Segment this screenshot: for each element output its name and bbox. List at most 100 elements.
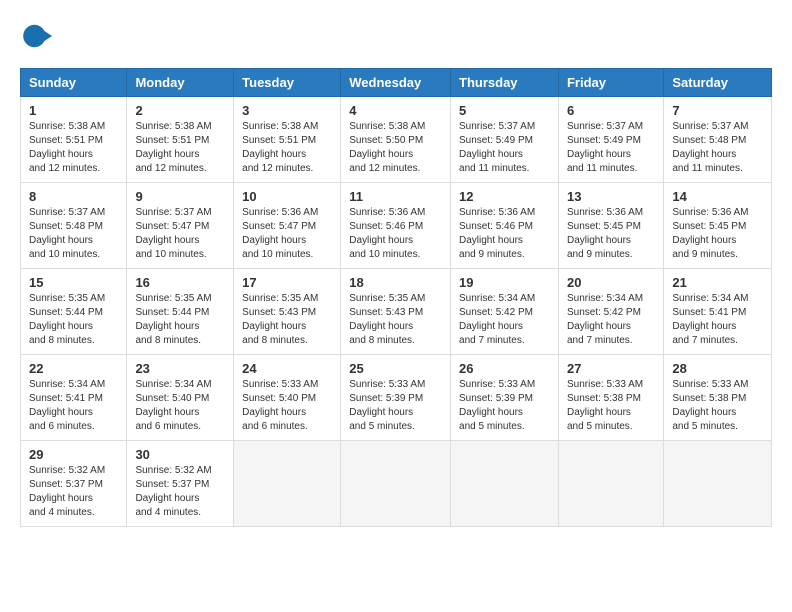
day-cell-26: 26 Sunrise: 5:33 AM Sunset: 5:39 PM Dayl… [451,355,559,441]
day-info: Sunrise: 5:36 AM Sunset: 5:45 PM Dayligh… [672,206,763,262]
day-info: Sunrise: 5:33 AM Sunset: 5:39 PM Dayligh… [459,378,550,434]
day-cell-1: 1 Sunrise: 5:38 AM Sunset: 5:51 PM Dayli… [21,97,127,183]
day-cell-6: 6 Sunrise: 5:37 AM Sunset: 5:49 PM Dayli… [558,97,663,183]
day-cell-10: 10 Sunrise: 5:36 AM Sunset: 5:47 PM Dayl… [234,183,341,269]
day-info: Sunrise: 5:33 AM Sunset: 5:38 PM Dayligh… [672,378,763,434]
day-cell-29: 29 Sunrise: 5:32 AM Sunset: 5:37 PM Dayl… [21,441,127,527]
day-info: Sunrise: 5:36 AM Sunset: 5:46 PM Dayligh… [349,206,442,262]
day-info: Sunrise: 5:34 AM Sunset: 5:42 PM Dayligh… [567,292,655,348]
day-number: 25 [349,361,442,376]
day-number: 24 [242,361,332,376]
day-cell-17: 17 Sunrise: 5:35 AM Sunset: 5:43 PM Dayl… [234,269,341,355]
day-info: Sunrise: 5:35 AM Sunset: 5:43 PM Dayligh… [349,292,442,348]
day-cell-13: 13 Sunrise: 5:36 AM Sunset: 5:45 PM Dayl… [558,183,663,269]
day-info: Sunrise: 5:35 AM Sunset: 5:44 PM Dayligh… [135,292,225,348]
day-number: 12 [459,189,550,204]
day-number: 7 [672,103,763,118]
day-number: 28 [672,361,763,376]
day-number: 14 [672,189,763,204]
day-cell-11: 11 Sunrise: 5:36 AM Sunset: 5:46 PM Dayl… [341,183,451,269]
day-info: Sunrise: 5:32 AM Sunset: 5:37 PM Dayligh… [29,464,118,520]
calendar-week-4: 22 Sunrise: 5:34 AM Sunset: 5:41 PM Dayl… [21,355,772,441]
day-number: 29 [29,447,118,462]
day-number: 4 [349,103,442,118]
day-info: Sunrise: 5:34 AM Sunset: 5:42 PM Dayligh… [459,292,550,348]
day-number: 20 [567,275,655,290]
day-info: Sunrise: 5:38 AM Sunset: 5:51 PM Dayligh… [29,120,118,176]
day-header-tuesday: Tuesday [234,69,341,97]
calendar-week-5: 29 Sunrise: 5:32 AM Sunset: 5:37 PM Dayl… [21,441,772,527]
calendar-week-1: 1 Sunrise: 5:38 AM Sunset: 5:51 PM Dayli… [21,97,772,183]
day-info: Sunrise: 5:35 AM Sunset: 5:43 PM Dayligh… [242,292,332,348]
day-info: Sunrise: 5:33 AM Sunset: 5:40 PM Dayligh… [242,378,332,434]
day-cell-25: 25 Sunrise: 5:33 AM Sunset: 5:39 PM Dayl… [341,355,451,441]
day-number: 5 [459,103,550,118]
day-info: Sunrise: 5:33 AM Sunset: 5:38 PM Dayligh… [567,378,655,434]
day-cell-7: 7 Sunrise: 5:37 AM Sunset: 5:48 PM Dayli… [664,97,772,183]
day-cell-18: 18 Sunrise: 5:35 AM Sunset: 5:43 PM Dayl… [341,269,451,355]
day-number: 2 [135,103,225,118]
day-cell-14: 14 Sunrise: 5:36 AM Sunset: 5:45 PM Dayl… [664,183,772,269]
day-number: 11 [349,189,442,204]
day-number: 17 [242,275,332,290]
day-cell-8: 8 Sunrise: 5:37 AM Sunset: 5:48 PM Dayli… [21,183,127,269]
day-info: Sunrise: 5:36 AM Sunset: 5:46 PM Dayligh… [459,206,550,262]
day-header-wednesday: Wednesday [341,69,451,97]
day-info: Sunrise: 5:38 AM Sunset: 5:50 PM Dayligh… [349,120,442,176]
day-header-saturday: Saturday [664,69,772,97]
day-number: 13 [567,189,655,204]
day-header-monday: Monday [127,69,234,97]
day-number: 8 [29,189,118,204]
day-cell-4: 4 Sunrise: 5:38 AM Sunset: 5:50 PM Dayli… [341,97,451,183]
day-number: 26 [459,361,550,376]
day-header-sunday: Sunday [21,69,127,97]
day-cell-9: 9 Sunrise: 5:37 AM Sunset: 5:47 PM Dayli… [127,183,234,269]
day-info: Sunrise: 5:34 AM Sunset: 5:41 PM Dayligh… [672,292,763,348]
day-cell-20: 20 Sunrise: 5:34 AM Sunset: 5:42 PM Dayl… [558,269,663,355]
day-cell-12: 12 Sunrise: 5:36 AM Sunset: 5:46 PM Dayl… [451,183,559,269]
empty-cell [341,441,451,527]
empty-cell [234,441,341,527]
day-cell-2: 2 Sunrise: 5:38 AM Sunset: 5:51 PM Dayli… [127,97,234,183]
day-cell-5: 5 Sunrise: 5:37 AM Sunset: 5:49 PM Dayli… [451,97,559,183]
day-number: 21 [672,275,763,290]
day-cell-15: 15 Sunrise: 5:35 AM Sunset: 5:44 PM Dayl… [21,269,127,355]
day-number: 1 [29,103,118,118]
day-info: Sunrise: 5:34 AM Sunset: 5:41 PM Dayligh… [29,378,118,434]
calendar-header-row: SundayMondayTuesdayWednesdayThursdayFrid… [21,69,772,97]
day-info: Sunrise: 5:37 AM Sunset: 5:49 PM Dayligh… [567,120,655,176]
day-cell-30: 30 Sunrise: 5:32 AM Sunset: 5:37 PM Dayl… [127,441,234,527]
day-info: Sunrise: 5:37 AM Sunset: 5:49 PM Dayligh… [459,120,550,176]
day-header-thursday: Thursday [451,69,559,97]
day-cell-24: 24 Sunrise: 5:33 AM Sunset: 5:40 PM Dayl… [234,355,341,441]
day-info: Sunrise: 5:37 AM Sunset: 5:47 PM Dayligh… [135,206,225,262]
day-info: Sunrise: 5:34 AM Sunset: 5:40 PM Dayligh… [135,378,225,434]
empty-cell [664,441,772,527]
day-info: Sunrise: 5:38 AM Sunset: 5:51 PM Dayligh… [242,120,332,176]
day-cell-19: 19 Sunrise: 5:34 AM Sunset: 5:42 PM Dayl… [451,269,559,355]
empty-cell [558,441,663,527]
day-info: Sunrise: 5:38 AM Sunset: 5:51 PM Dayligh… [135,120,225,176]
page-header [20,20,772,52]
calendar-week-3: 15 Sunrise: 5:35 AM Sunset: 5:44 PM Dayl… [21,269,772,355]
day-header-friday: Friday [558,69,663,97]
logo-icon [20,20,52,52]
empty-cell [451,441,559,527]
day-number: 16 [135,275,225,290]
logo [20,20,56,52]
day-number: 23 [135,361,225,376]
day-info: Sunrise: 5:36 AM Sunset: 5:47 PM Dayligh… [242,206,332,262]
day-info: Sunrise: 5:32 AM Sunset: 5:37 PM Dayligh… [135,464,225,520]
day-number: 30 [135,447,225,462]
day-cell-21: 21 Sunrise: 5:34 AM Sunset: 5:41 PM Dayl… [664,269,772,355]
day-number: 27 [567,361,655,376]
day-info: Sunrise: 5:37 AM Sunset: 5:48 PM Dayligh… [29,206,118,262]
day-number: 9 [135,189,225,204]
day-cell-28: 28 Sunrise: 5:33 AM Sunset: 5:38 PM Dayl… [664,355,772,441]
calendar-table: SundayMondayTuesdayWednesdayThursdayFrid… [20,68,772,527]
day-info: Sunrise: 5:33 AM Sunset: 5:39 PM Dayligh… [349,378,442,434]
day-cell-22: 22 Sunrise: 5:34 AM Sunset: 5:41 PM Dayl… [21,355,127,441]
calendar-week-2: 8 Sunrise: 5:37 AM Sunset: 5:48 PM Dayli… [21,183,772,269]
day-info: Sunrise: 5:37 AM Sunset: 5:48 PM Dayligh… [672,120,763,176]
day-info: Sunrise: 5:36 AM Sunset: 5:45 PM Dayligh… [567,206,655,262]
